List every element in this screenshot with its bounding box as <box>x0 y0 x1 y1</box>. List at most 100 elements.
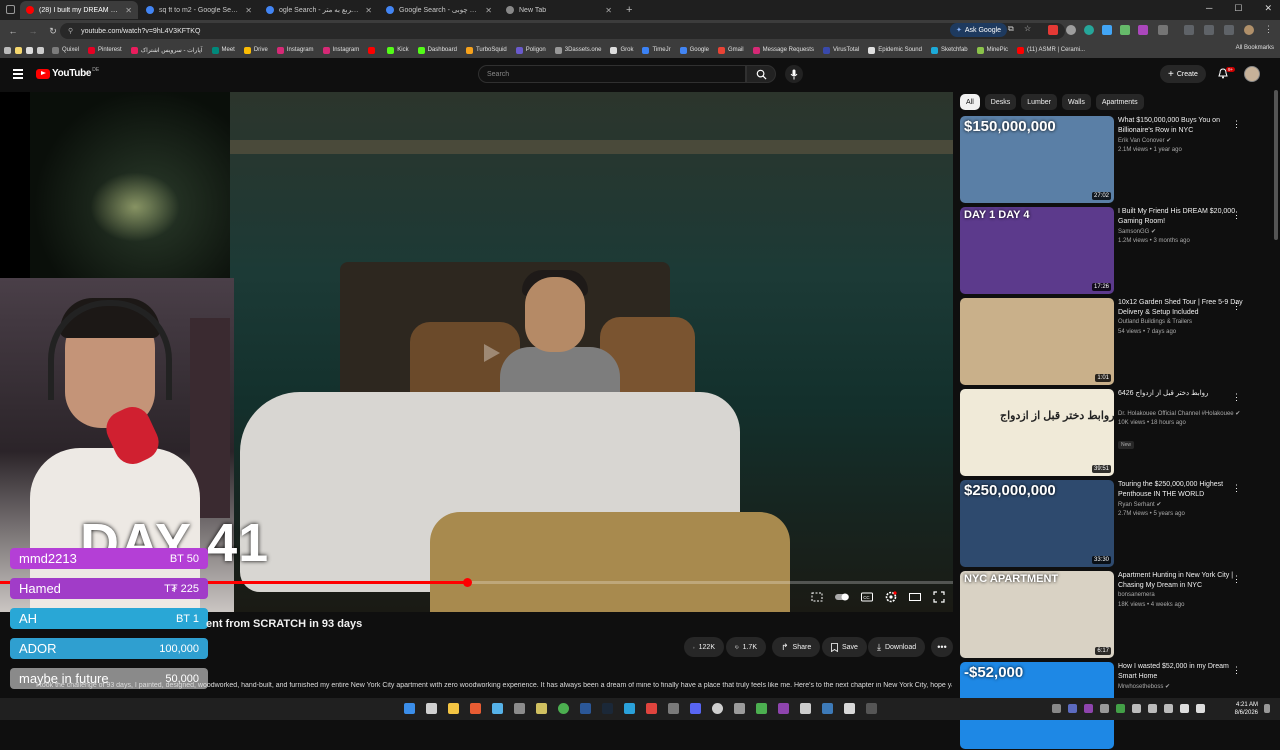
new-tab-button[interactable]: + <box>626 4 632 16</box>
network-icon[interactable] <box>1180 704 1189 713</box>
bookmark-item[interactable]: Message Requests <box>752 46 814 54</box>
tray-icon[interactable] <box>1100 704 1109 713</box>
tab-search-icon[interactable] <box>6 5 15 14</box>
taskbar-app-icon[interactable] <box>800 703 811 714</box>
cast-icon[interactable]: ⧉ <box>1008 24 1014 34</box>
browser-tab[interactable]: Google Search - کنسول چوبی ✕ <box>380 1 498 19</box>
taskbar-app-icon[interactable] <box>536 703 547 714</box>
video-thumbnail[interactable]: $150,000,000 27:02 <box>960 116 1114 203</box>
recommended-video[interactable]: DAY 1 DAY 4 17:26 I Built My Friend His DR… <box>960 207 1270 295</box>
bookmark-item[interactable]: Drive <box>243 46 268 54</box>
share-button[interactable]: ↱ Share <box>772 637 821 657</box>
captions-icon[interactable]: CC <box>860 590 874 604</box>
more-vertical-icon[interactable]: ⋮ <box>1232 301 1241 312</box>
more-vertical-icon[interactable]: ⋮ <box>1232 574 1241 585</box>
extensions-puzzle-icon[interactable] <box>1158 25 1168 35</box>
tray-icon[interactable] <box>1132 704 1141 713</box>
channel-name[interactable]: Ryan Serhant ✔ <box>1118 501 1161 508</box>
recommended-video[interactable]: $150,000,000 27:02 What $150,000,000 Buys … <box>960 116 1270 204</box>
address-bar[interactable]: ⚲ youtube.com/watch?v=9hL4V3KFTKQ <box>60 23 1065 39</box>
filter-chip[interactable]: Lumber <box>1021 94 1057 110</box>
filter-chip[interactable]: Desks <box>984 94 1017 110</box>
calculator-icon[interactable] <box>668 703 679 714</box>
all-bookmarks-link[interactable]: All Bookmarks <box>1236 45 1274 51</box>
more-vertical-icon[interactable]: ⋮ <box>1232 483 1241 494</box>
bookmark-item[interactable]: Poligon <box>515 46 546 54</box>
taskbar-app-icon[interactable] <box>734 703 745 714</box>
bookmark-item[interactable]: Grok <box>610 46 633 54</box>
bookmark-item[interactable]: Instagram <box>276 46 314 54</box>
bookmark-item[interactable]: Sketchfab <box>930 46 968 54</box>
video-title[interactable]: How I wasted $52,000 in my Dream Smart H… <box>1118 662 1248 682</box>
save-button[interactable]: Save <box>822 637 867 657</box>
settings-icon[interactable] <box>514 703 525 714</box>
bookmark-item[interactable]: VirusTotal <box>822 46 859 54</box>
bookmark-page-icon[interactable] <box>26 46 33 54</box>
taskbar-app-icon[interactable] <box>778 703 789 714</box>
search-button[interactable] <box>746 65 776 83</box>
tab-close-icon[interactable]: ✕ <box>245 6 252 15</box>
more-vertical-icon[interactable]: ⋮ <box>1232 210 1241 221</box>
extension-icon-4[interactable] <box>1102 25 1112 35</box>
tab-close-icon[interactable]: ✕ <box>605 6 612 15</box>
chrome-icon[interactable] <box>558 703 569 714</box>
download-icon[interactable] <box>1224 25 1234 35</box>
video-thumbnail[interactable]: DAY 1 DAY 4 17:26 <box>960 207 1114 294</box>
center-play-icon[interactable] <box>480 342 502 364</box>
menu-hamburger-icon[interactable] <box>13 69 23 81</box>
channel-name[interactable]: bonsanemera <box>1118 592 1155 598</box>
file-explorer-icon[interactable] <box>448 703 459 714</box>
reload-icon[interactable]: ↻ <box>46 26 60 37</box>
video-title[interactable]: 6426 روابط دختر قبل از ازدواج <box>1118 389 1248 399</box>
taskbar-app-icon[interactable] <box>844 703 855 714</box>
filter-chip[interactable]: Apartments <box>1095 94 1144 110</box>
channel-name[interactable]: Outland Buildings & Trailers <box>1118 319 1192 325</box>
video-title[interactable]: What $150,000,000 Buys You on Billionair… <box>1118 116 1248 136</box>
video-scrubber-handle[interactable] <box>462 578 472 587</box>
bookmark-star-icon[interactable]: ☆ <box>1024 24 1031 33</box>
recommended-video[interactable]: $250,000,000 33:30 Touring the $250,000,00… <box>960 480 1270 568</box>
filter-chip[interactable]: Walls <box>1061 94 1091 110</box>
video-thumbnail[interactable]: 1:01 <box>960 298 1114 385</box>
task-view-icon[interactable] <box>426 703 437 714</box>
back-icon[interactable]: ← <box>6 26 20 36</box>
theater-mode-icon[interactable] <box>908 590 922 604</box>
bookmark-folder-icon[interactable] <box>15 46 22 54</box>
extension-icon-5[interactable] <box>1120 25 1130 35</box>
tray-icon[interactable] <box>1116 704 1125 713</box>
account-avatar[interactable] <box>1244 66 1260 82</box>
video-title[interactable]: I Built My Friend His DREAM $20,000 Gami… <box>1118 207 1248 227</box>
tray-icon[interactable] <box>1084 704 1093 713</box>
tab-close-icon[interactable]: ✕ <box>365 6 372 15</box>
discord-icon[interactable] <box>690 703 701 714</box>
search-input[interactable]: Search <box>478 65 746 83</box>
browser-tab[interactable]: New Tab ✕ <box>500 1 618 19</box>
fullscreen-icon[interactable] <box>932 590 946 604</box>
browser-tab[interactable]: (28) I built my DREAM New ✕ <box>20 1 138 19</box>
more-vertical-icon[interactable]: ⋮ <box>1232 119 1241 130</box>
language-icon[interactable] <box>1164 704 1173 713</box>
more-vertical-icon[interactable]: ⋮ <box>1232 392 1241 403</box>
voice-search-button[interactable] <box>785 65 803 83</box>
bookmark-item[interactable]: Instagram <box>322 46 359 54</box>
bookmark-item[interactable] <box>368 46 378 54</box>
filter-chip[interactable]: All <box>960 94 980 110</box>
bookmark-item[interactable]: Epidemic Sound <box>868 46 922 54</box>
telegram-icon[interactable] <box>624 703 635 714</box>
video-description[interactable]: I took the challenge of 93 days, I paint… <box>36 682 952 689</box>
video-title[interactable]: Apartment Hunting in New York City | Cha… <box>1118 571 1248 591</box>
system-clock[interactable]: 4:21 AM 8/6/2026 <box>1235 701 1258 717</box>
video-title[interactable]: 10x12 Garden Shed Tour | Free 5-9 Day De… <box>1118 298 1248 318</box>
tab-groups-icon[interactable] <box>1184 25 1194 35</box>
bookmark-item[interactable]: MinePic <box>976 46 1008 54</box>
extension-icon-1[interactable] <box>1048 25 1058 35</box>
bookmark-item[interactable]: Kick <box>387 46 409 54</box>
steam-icon[interactable] <box>602 703 613 714</box>
bookmark-item[interactable]: Quixel <box>52 46 79 54</box>
maximize-icon[interactable]: ☐ <box>1234 3 1242 14</box>
taskbar-app-icon[interactable] <box>822 703 833 714</box>
bookmark-item[interactable]: Gmail <box>717 46 744 54</box>
bookmark-item[interactable]: آپارات - سرویس اشتراک <box>130 46 203 54</box>
browser-tab[interactable]: sq ft to m2 - Google Search ✕ <box>140 1 258 19</box>
bookmark-item[interactable]: Dashboard <box>417 46 457 54</box>
